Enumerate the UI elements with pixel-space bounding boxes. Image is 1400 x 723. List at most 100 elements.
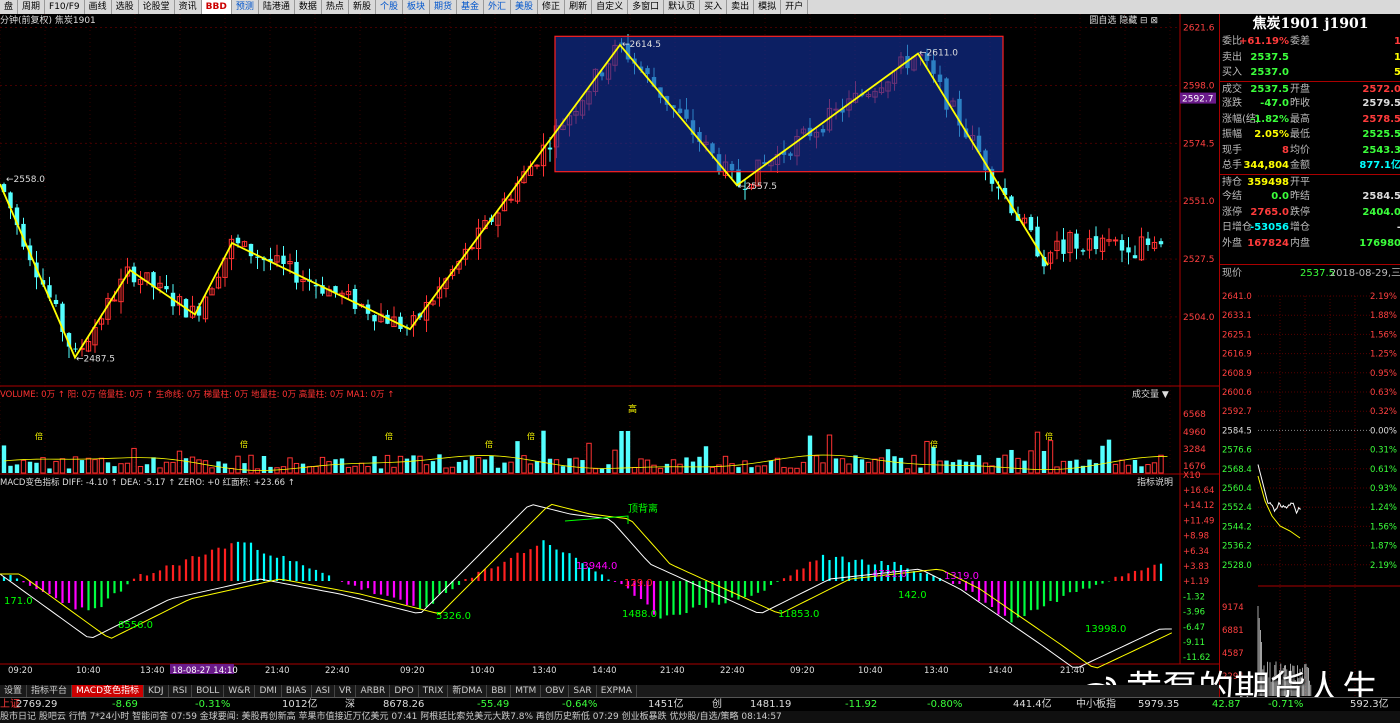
kline-chart-area[interactable]: ←2558.0 ←2487.5 ←2614.5 ←2557.5 ←2611.0 2621.…	[0, 14, 1219, 685]
quote-label-2: 开盘	[1290, 83, 1310, 95]
indicator-tab[interactable]: BBI	[487, 685, 512, 697]
toolbar-item-11[interactable]: 热点	[322, 0, 349, 14]
volume-axis-label: 6568	[1183, 410, 1206, 420]
indicator-tab[interactable]: MACD变色指标	[72, 685, 145, 697]
toolbar-item-4[interactable]: 选股	[112, 0, 139, 14]
volume-bar	[957, 459, 962, 473]
quote-value: 0.0	[1271, 191, 1289, 202]
index-value: -0.71%	[1268, 699, 1304, 710]
macd-value-label: 171.0	[4, 596, 33, 607]
quote-label-2: 最低	[1290, 129, 1310, 140]
intraday-mini-chart[interactable]: 2641.0 2.19% 2633.1 1.88% 2625.1 1.56% 2616.9 1…	[1220, 286, 1400, 698]
toolbar-item-9[interactable]: 陆港通	[259, 0, 295, 14]
quote-row: 日增仓-53056增仓-	[1220, 220, 1400, 236]
indicator-tab[interactable]: EXPMA	[597, 685, 637, 697]
volume-bar	[833, 458, 839, 473]
toolbar-item-22[interactable]: 多窗口	[628, 0, 665, 14]
indicator-tab[interactable]: MTM	[511, 685, 542, 697]
toolbar-item-20[interactable]: 刷新	[565, 0, 593, 14]
toolbar-item-23[interactable]: 默认页	[664, 0, 701, 14]
indicator-tab[interactable]: RSI	[169, 685, 193, 697]
indicator-tab[interactable]: BIAS	[282, 685, 312, 697]
toolbar-item-24[interactable]: 买入	[700, 0, 728, 14]
toolbar-item-27[interactable]: 开户	[781, 0, 809, 14]
mini-pct-label: 1.25%	[1370, 350, 1397, 360]
dea-line	[0, 503, 1173, 669]
toolbar-item-15[interactable]: 期货	[430, 0, 457, 14]
volume-bar	[515, 441, 520, 473]
candle-body	[1074, 233, 1079, 249]
toolbar-item-21[interactable]: 自定义	[592, 0, 629, 14]
quote-label: 总手	[1222, 160, 1242, 171]
indicator-tab[interactable]: OBV	[541, 685, 570, 697]
indicator-tab[interactable]: TRIX	[419, 685, 449, 697]
volume-bar	[697, 456, 702, 473]
indicator-tab[interactable]: KDJ	[144, 685, 169, 697]
toolbar-item-14[interactable]: 板块	[403, 0, 430, 14]
toolbar-item-16[interactable]: 基金	[457, 0, 485, 14]
candle-body	[1145, 238, 1151, 245]
volume-bar	[1158, 454, 1164, 474]
indicator-tab[interactable]: ASI	[312, 685, 336, 697]
time-axis-label: 09:20	[8, 666, 33, 676]
toolbar-item-26[interactable]: 模拟	[754, 0, 782, 14]
index-value: -0.31%	[195, 699, 231, 710]
price-point-label: ←2614.5	[622, 40, 661, 50]
mini-pct-label: 0.95%	[1370, 369, 1397, 379]
toolbar-item-17[interactable]: 外汇	[484, 0, 512, 14]
mini-price-label: 2536.2	[1222, 542, 1252, 552]
volume-bar	[47, 468, 52, 473]
volume-bar	[287, 457, 293, 474]
toolbar-item-19[interactable]: 修正	[538, 0, 566, 14]
toolbar-item-8[interactable]: 预测	[232, 0, 259, 14]
time-axis-label: 13:40	[140, 666, 165, 676]
indicator-tab[interactable]: SAR	[569, 685, 597, 697]
toolbar-item-13[interactable]: 个股	[376, 0, 403, 14]
toolbar-item-12[interactable]: 新股	[349, 0, 376, 14]
macd-value-label: 142.0	[898, 590, 927, 601]
indicator-tab[interactable]: W&R	[224, 685, 256, 697]
volume-bar	[137, 466, 144, 474]
volume-bar	[475, 457, 482, 474]
toolbar-item-25[interactable]: 卖出	[727, 0, 755, 14]
volume-bar	[1067, 460, 1073, 473]
time-axis-label: 10:40	[470, 666, 495, 676]
time-axis-label: 09:20	[400, 666, 425, 676]
indicator-tab[interactable]: DPO	[390, 685, 419, 697]
indicator-tab[interactable]: VR	[335, 685, 357, 697]
indicator-tab[interactable]: 指标平台	[27, 685, 73, 697]
indicator-tab[interactable]: 新DMA	[448, 685, 488, 697]
quote-value: +61.19%	[1238, 36, 1289, 47]
toolbar-item-6[interactable]: 资讯	[175, 0, 202, 14]
volume-bar	[976, 455, 982, 473]
toolbar-item-10[interactable]: 数据	[295, 0, 322, 14]
toolbar-item-2[interactable]: F10/F9	[45, 0, 85, 14]
volume-bar	[1151, 462, 1158, 474]
toolbar-item-18[interactable]: 美股	[511, 0, 539, 14]
index-value: 2769.29	[16, 699, 58, 710]
toolbar-item-1[interactable]: 周期	[18, 0, 46, 14]
indicator-tab[interactable]: ARBR	[356, 685, 391, 697]
volume-bar	[482, 459, 488, 473]
toolbar-item-7[interactable]: BBD	[201, 0, 232, 14]
quote-value: 167824	[1247, 237, 1289, 249]
index-value: 1012亿	[282, 699, 318, 710]
volume-bar	[560, 466, 566, 473]
mini-price-label: 2552.4	[1222, 503, 1252, 513]
volume-bar	[404, 458, 410, 473]
indicator-tab[interactable]: DMI	[255, 685, 282, 697]
toolbar-item-5[interactable]: 论股堂	[139, 0, 175, 14]
volume-bar	[92, 459, 98, 474]
indicator-tab[interactable]: 设置	[0, 685, 28, 697]
price-axis-label: 2504.0	[1183, 313, 1215, 323]
volume-bar	[326, 461, 332, 474]
toolbar-item-3[interactable]: 画线	[85, 0, 112, 14]
volume-bar	[742, 460, 748, 474]
volume-bar	[508, 461, 514, 474]
volume-bar	[254, 468, 261, 474]
candle-body	[235, 237, 241, 244]
toolbar-item-0[interactable]: 盘	[0, 0, 19, 14]
indicator-tab[interactable]: BOLL	[192, 685, 225, 697]
volume-bar	[209, 467, 215, 474]
volume-bar	[1112, 463, 1119, 474]
